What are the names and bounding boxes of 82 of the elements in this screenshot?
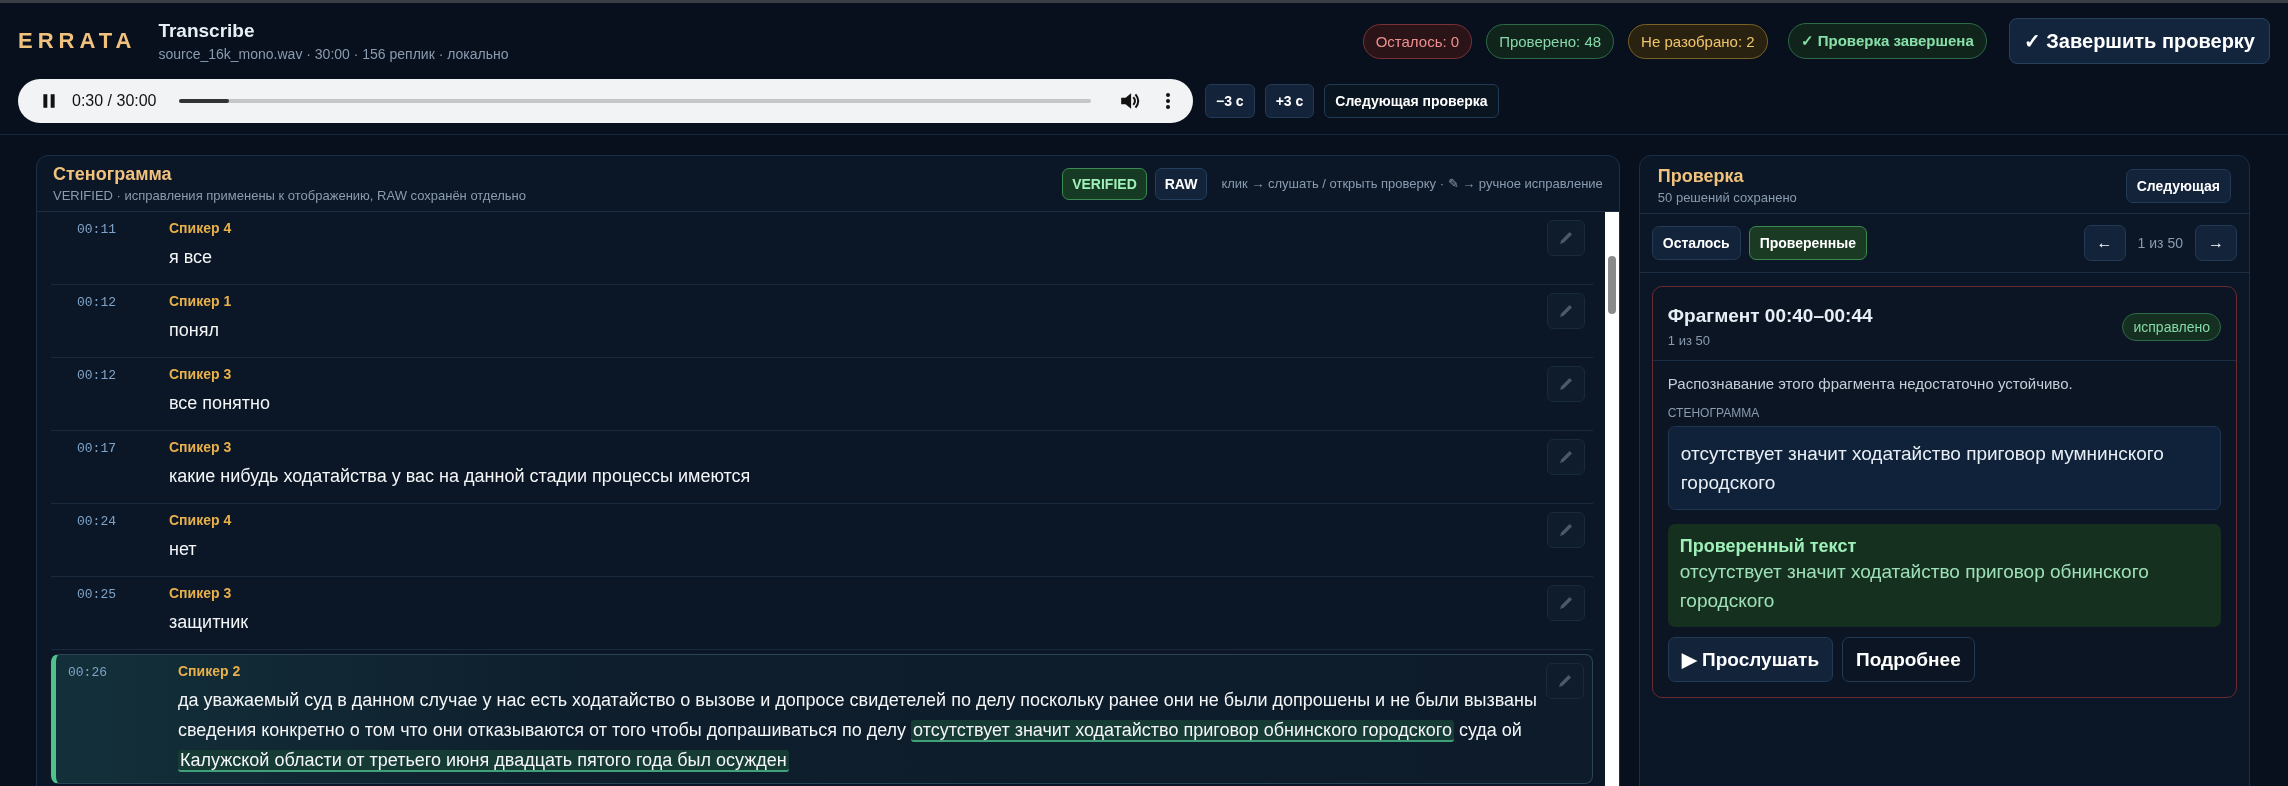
pencil-icon xyxy=(1559,451,1572,463)
filter-tab[interactable]: Осталось xyxy=(1651,226,1741,260)
utterance-row[interactable]: 00:25 Спикер 3 защитник xyxy=(51,577,1593,650)
timestamp: 00:24 xyxy=(76,513,117,531)
edit-button[interactable] xyxy=(1546,366,1585,402)
timestamp: 00:17 xyxy=(76,440,117,458)
pencil-icon xyxy=(1559,305,1572,317)
player-button[interactable]: Следующая проверка xyxy=(1324,84,1499,118)
timestamp: 00:11 xyxy=(76,221,117,239)
utterance-text: все понятно xyxy=(169,392,271,415)
speaker-label: Спикер 2 xyxy=(178,663,242,679)
player-button[interactable]: −3 с xyxy=(1205,84,1255,118)
speaker-label: Спикер 3 xyxy=(169,366,233,382)
speaker-label: Спикер 4 xyxy=(169,220,233,236)
edit-button[interactable] xyxy=(1546,439,1585,475)
utterance-text: понял xyxy=(169,319,220,342)
fragment-position: 1 из 50 xyxy=(1667,333,1711,348)
pencil-icon xyxy=(1559,524,1572,536)
utterance-row[interactable]: 00:11 Спикер 4 я все xyxy=(51,212,1593,285)
app-logo: ERRATA xyxy=(18,28,137,54)
audio-player[interactable]: 0:30 / 30:00 xyxy=(18,79,1193,123)
utterance-row[interactable] xyxy=(51,654,1593,784)
app-title: Transcribe xyxy=(158,20,256,42)
edit-button[interactable] xyxy=(1546,220,1585,256)
mode-toggle[interactable]: VERIFIED xyxy=(1062,167,1147,200)
status-badge: ✓ Проверка завершена xyxy=(1787,23,1987,59)
scrollbar[interactable] xyxy=(1604,212,1619,786)
mode-toggle[interactable]: RAW xyxy=(1154,167,1208,200)
usage-hint: клик → слушать / открыть проверку · ✎ → ручное исправление xyxy=(1221,176,1603,191)
edit-button[interactable] xyxy=(1546,293,1585,329)
page-position: 1 из 50 xyxy=(2137,235,2183,251)
utterance-row[interactable]: 00:12 Спикер 1 понял xyxy=(51,285,1593,358)
next-page-button[interactable]: → xyxy=(2195,225,2237,261)
edit-button[interactable] xyxy=(1546,585,1585,621)
playback-time: 0:30 / 30:00 xyxy=(72,92,157,110)
pencil-icon xyxy=(1558,675,1571,687)
speaker-label: Спикер 3 xyxy=(169,585,233,601)
original-text: отсутствует значит ходатайство приговор мумнинского городского xyxy=(1667,426,2221,510)
edit-button[interactable] xyxy=(1545,663,1584,699)
file-info: source_16k_mono.wav · 30:00 · 156 реплик · локально xyxy=(158,46,509,62)
speaker-label: Спикер 1 xyxy=(169,293,233,309)
panel-title: Проверка xyxy=(1657,166,1745,187)
finish-review-button[interactable]: ✓ Завершить проверку xyxy=(2008,18,2270,64)
verified-text: отсутствует значит ходатайство приговор обнинского городского xyxy=(1679,560,2150,613)
pencil-icon xyxy=(1559,597,1572,609)
utterance-row[interactable]: 00:17 Спикер 3 какие нибудь ходатайства у вас на данной стадии процессы имеются xyxy=(51,431,1593,504)
status-badge: исправлено xyxy=(2122,312,2221,341)
stat-badge: Проверено: 48 xyxy=(1486,23,1615,59)
pencil-icon xyxy=(1559,378,1572,390)
section-label: СТЕНОГРАММА xyxy=(1667,406,1761,420)
utterance-text: я все xyxy=(169,246,214,269)
panel-title: Стенограмма xyxy=(53,164,173,185)
next-button[interactable]: Следующая xyxy=(2125,168,2231,203)
pause-icon[interactable] xyxy=(40,92,58,110)
previous-button[interactable]: ← xyxy=(2083,225,2126,261)
utterance-row[interactable]: 00:24 Спикер 4 нет xyxy=(51,504,1593,577)
pencil-icon xyxy=(1559,232,1572,244)
player-button[interactable]: +3 с xyxy=(1264,84,1315,118)
timestamp: 00:12 xyxy=(76,367,117,385)
edit-button[interactable] xyxy=(1546,512,1585,548)
stat-badge: Не разобрано: 2 xyxy=(1628,23,1768,59)
speaker-label: Спикер 4 xyxy=(169,512,233,528)
utterance-text: какие нибудь ходатайства у вас на данной стадии процессы имеются xyxy=(169,465,752,488)
speaker-label: Спикер 3 xyxy=(169,439,233,455)
panel-subtitle: 50 решений сохранено xyxy=(1657,190,1797,205)
utterance-text: нет xyxy=(169,538,198,561)
utterance-text: да уважаемый суд в данном случае у нас есть ходатайство о вызове и допросе свидетелей по делу поскольку ранее они не были допрошены и не были вызваны сведения конкретно о том что они отказываются от того чтобы допрашиваться по делу отсутствует значит ходатайство приговор обнинского городского суда ой Калужской области от третьего июня двадцать пятого года был осужден xyxy=(178,689,1538,774)
more-icon[interactable] xyxy=(1165,91,1171,111)
timestamp: 00:26 xyxy=(67,664,108,682)
card-button[interactable]: ▶ Прослушать xyxy=(1667,637,1834,682)
timestamp: 00:25 xyxy=(76,586,117,604)
panel-subtitle: VERIFIED · исправления применены к отображению, RAW сохранён отдельно xyxy=(53,188,527,203)
stat-badge: Осталось: 0 xyxy=(1362,23,1473,59)
seek-bar[interactable] xyxy=(178,99,1091,103)
utterance-text: защитник xyxy=(169,611,250,634)
fragment-title: Фрагмент 00:40–00:44 xyxy=(1667,305,1873,327)
verified-title: Проверенный текст xyxy=(1679,536,1858,557)
fragment-note: Распознавание этого фрагмента недостаточно устойчиво. xyxy=(1667,375,2074,392)
utterance-row[interactable]: 00:12 Спикер 3 все понятно xyxy=(51,358,1593,431)
timestamp: 00:12 xyxy=(76,294,117,312)
card-button[interactable]: Подробнее xyxy=(1842,637,1975,682)
filter-tab[interactable]: Проверенные xyxy=(1748,226,1867,260)
